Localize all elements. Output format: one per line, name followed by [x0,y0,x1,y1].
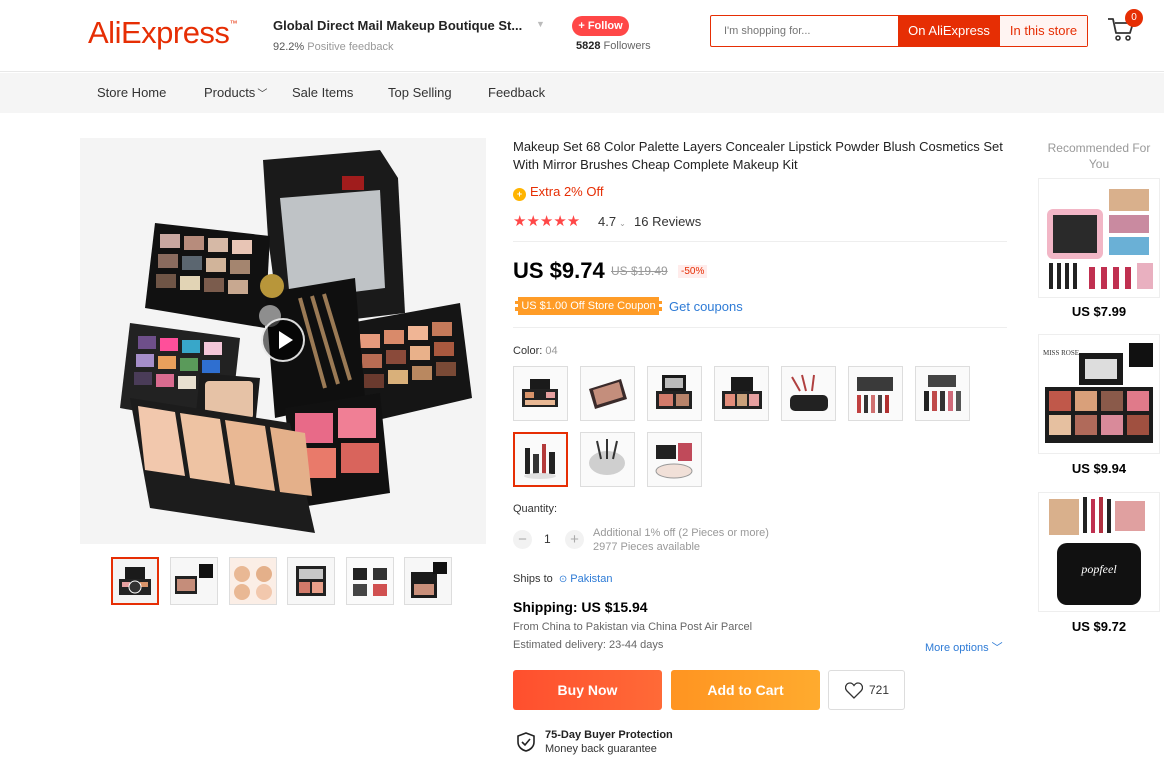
nav-products-label: Products [204,85,256,100]
pieces-available: 2977 Pieces available [593,541,701,553]
video-play-button[interactable] [261,318,305,362]
quantity-input[interactable]: 1 [544,532,551,546]
extra-off-badge: + Extra 2% Off [513,184,603,201]
aliexpress-logo[interactable]: AliExpress™ [88,15,237,51]
recommended-title: Recommended For You [1047,141,1151,171]
nav-store-home[interactable]: Store Home [97,85,166,100]
recommended-item-1-image[interactable] [1038,178,1160,298]
rating-value[interactable]: 4.7 ⌄ [598,214,626,229]
quantity-label: Quantity: [513,503,558,515]
quantity-decrease-button[interactable]: − [513,530,532,549]
search-on-aliexpress-button[interactable]: On AliExpress [898,16,1000,46]
buyer-protection-title: 75-Day Buyer Protection [545,729,673,741]
store-name[interactable]: Global Direct Mail Makeup Boutique St... [273,18,522,33]
gallery-thumbnail-3[interactable] [229,557,277,605]
buy-now-button[interactable]: Buy Now [513,670,662,710]
gallery-thumbnail-1[interactable] [111,557,159,605]
feedback-label: Positive feedback [307,41,394,53]
color-swatch-7[interactable] [915,366,970,421]
recommended-item-2-image[interactable]: MISS ROSE [1038,334,1160,454]
color-swatch-10[interactable] [647,432,702,487]
color-swatch-4[interactable] [714,366,769,421]
more-options-label: More options [925,642,989,654]
divider [513,327,1007,328]
nav-top-selling[interactable]: Top Selling [388,85,452,100]
gallery-thumbnail-4[interactable] [287,557,335,605]
reviews-link[interactable]: 16 Reviews [634,214,701,229]
nav-products[interactable]: Products ﹀ [204,85,267,100]
chevron-down-icon[interactable]: ▼ [536,19,545,29]
color-swatch-5[interactable] [781,366,836,421]
extra-off-label: Extra 2% Off [530,184,604,199]
color-swatch-1[interactable] [513,366,568,421]
color-swatch-2[interactable] [580,366,635,421]
recommended-item-2-price[interactable]: US $9.94 [1038,461,1160,476]
shipping-route: From China to Pakistan via China Post Ai… [513,621,753,633]
followers-count: 5828 Followers [576,40,651,52]
gallery-thumbnail-5[interactable] [346,557,394,605]
divider [513,241,1007,242]
recommended-item-2-brand: MISS ROSE [1043,349,1079,357]
color-swatch-6[interactable] [848,366,903,421]
color-selected-value: 04 [545,345,558,357]
heart-icon [845,682,863,699]
color-swatch-3[interactable] [647,366,702,421]
shipping-cost: Shipping: US $15.94 [513,599,648,615]
color-swatch-9[interactable] [580,432,635,487]
recommended-item-3-image[interactable]: popfeel [1038,492,1160,612]
color-label-text: Color: [513,345,543,357]
product-title: Makeup Set 68 Color Palette Layers Conce… [513,139,1003,172]
followers-number: 5828 [576,40,601,52]
product-price: US $9.74 [513,258,605,283]
store-nav: Store Home Products ﹀ Sale Items Top Sell… [0,73,1164,113]
gallery-thumbnail-6[interactable] [404,557,452,605]
color-swatch-8-selected[interactable] [513,432,568,487]
followers-label: Followers [603,40,651,52]
original-price: US $19.49 [611,264,668,278]
chevron-down-icon: ﹀ [991,642,1003,654]
search-input[interactable] [711,16,898,46]
search-bar: On AliExpress In this store [710,15,1088,47]
estimated-delivery: Estimated delivery: 23-44 days [513,639,664,651]
rating-stars: ★★★★★ [513,213,581,230]
nav-feedback[interactable]: Feedback [488,85,545,100]
shield-check-icon [517,732,535,752]
gallery-thumbnail-2[interactable] [170,557,218,605]
more-shipping-options-link[interactable]: More options ﹀ [925,639,1003,655]
coin-icon: + [513,188,526,201]
location-pin-icon: ⊙ [558,574,568,585]
rating-number: 4.7 [598,214,617,229]
feedback-percent: 92.2% [273,41,305,53]
recommended-item-3-brand: popfeel [1080,562,1117,576]
ships-to: Ships to ⊙ Pakistan [513,573,612,585]
ships-to-country: Pakistan [570,573,613,585]
wishlist-button[interactable] [828,670,905,710]
ships-to-location[interactable]: ⊙ Pakistan [559,573,613,585]
ships-to-label: Ships to [513,573,553,585]
recommended-item-1-price[interactable]: US $7.99 [1038,304,1160,319]
bulk-discount-text: Additional 1% off (2 Pieces or more) [593,527,769,539]
store-coupon-badge[interactable]: US $1.00 Off Store Coupon [515,297,662,315]
add-to-cart-button[interactable]: Add to Cart [671,670,820,710]
recommended-item-3-price[interactable]: US $9.72 [1038,619,1160,634]
color-label: Color: 04 [513,345,558,357]
follow-button[interactable]: + Follow [572,16,629,36]
wishlist-count: 721 [869,683,890,697]
buyer-protection-subtitle: Money back guarantee [545,743,657,755]
store-feedback: 92.2% Positive feedback [273,41,393,53]
chevron-down-icon: ﹀ [257,89,268,100]
chevron-down-icon: ⌄ [619,219,626,228]
cart-count-badge: 0 [1125,9,1143,27]
site-header: AliExpress™ Global Direct Mail Makeup Bo… [0,0,1164,72]
discount-badge: -50% [678,265,708,278]
get-coupons-link[interactable]: Get coupons [669,299,743,314]
search-in-store-button[interactable]: In this store [1000,16,1087,46]
nav-sale-items[interactable]: Sale Items [292,85,353,100]
quantity-increase-button[interactable]: + [565,530,584,549]
